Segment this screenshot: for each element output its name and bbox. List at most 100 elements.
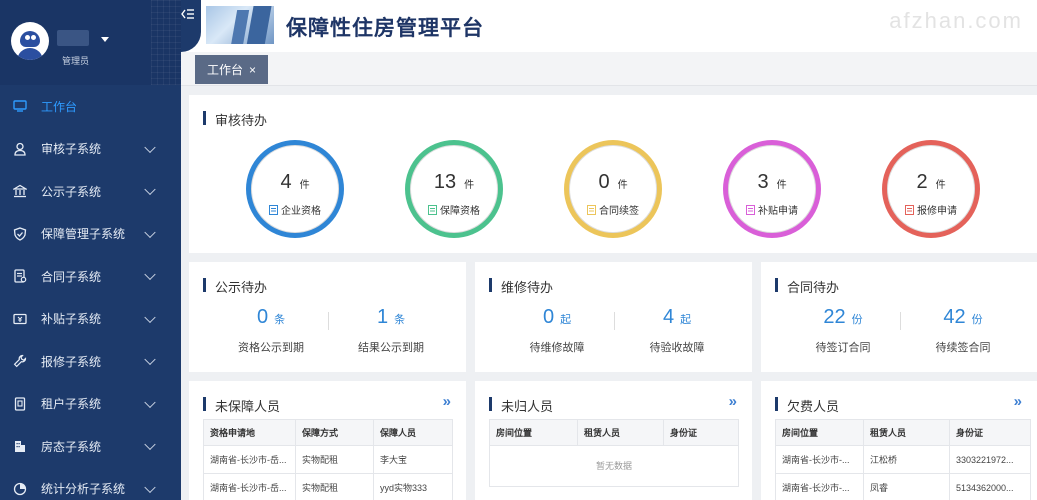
stat-unit: 起 xyxy=(560,314,572,326)
collapse-menu-icon[interactable] xyxy=(181,8,195,24)
table-cell: 实物配租 xyxy=(295,445,374,474)
table-row[interactable]: 湖南省-长沙市-岳... 实物配租 yyd实物333 xyxy=(203,473,453,500)
sidebar-item-label: 审核子系统 xyxy=(41,142,102,157)
unprotected-panel-title: 未保障人员 xyxy=(203,396,280,415)
stat-label: 待验收故障 xyxy=(649,342,705,354)
avatar[interactable] xyxy=(11,22,49,60)
table-header: 保障方式 xyxy=(295,419,374,446)
monitor-icon xyxy=(12,98,28,114)
divider xyxy=(328,312,329,330)
review-count: 0 xyxy=(598,171,610,193)
more-icon[interactable]: » xyxy=(729,393,738,410)
more-icon[interactable]: » xyxy=(1014,393,1023,410)
table-row[interactable]: 湖南省-长沙市-岳... 实物配租 李大宝 xyxy=(203,445,453,474)
sidebar-item-subsidy[interactable]: 补贴子系统 xyxy=(0,298,181,341)
table-cell: 湖南省-长沙市-... xyxy=(775,473,864,500)
tab-label: 工作台 xyxy=(207,63,244,77)
stat-label: 结果公示到期 xyxy=(358,342,424,354)
chevron-down-icon xyxy=(144,311,156,323)
stat-unit: 条 xyxy=(274,314,286,326)
review-count: 13 xyxy=(433,171,457,193)
review-unit: 件 xyxy=(464,180,475,191)
tab-workbench[interactable]: 工作台 × xyxy=(195,55,269,84)
table-header-row: 房间位置 租赁人员 身份证 xyxy=(775,419,1031,446)
chevron-down-icon xyxy=(144,481,156,493)
review-card-contract-renewal[interactable]: 0件 合同续签 xyxy=(564,140,662,238)
unprotected-panel: 未保障人员 » 资格申请地 保障方式 保障人员 湖南省-长沙市-岳... 实物配… xyxy=(189,381,466,500)
chevron-down-icon xyxy=(144,353,156,366)
sidebar-item-review[interactable]: 审核子系统 xyxy=(0,128,181,171)
user-dropdown-caret-icon[interactable] xyxy=(101,37,109,42)
sidebar-item-protection[interactable]: 保障管理子系统 xyxy=(0,213,181,256)
stat-to-sign[interactable]: 22 份 待签订合同 xyxy=(783,306,903,355)
stat-value: 1 xyxy=(376,306,389,328)
sidebar-item-room-status[interactable]: 房态子系统 xyxy=(0,425,181,468)
sidebar-item-contract[interactable]: 合同子系统 xyxy=(0,255,181,298)
stat-result-expiring[interactable]: 1条 结果公示到期 xyxy=(331,306,451,355)
table-header: 房间位置 xyxy=(489,419,578,446)
chevron-down-icon xyxy=(144,141,156,153)
unreturned-table: 房间位置 租赁人员 身份证 xyxy=(489,419,739,446)
table-cell: 湖南省-长沙市-... xyxy=(775,445,864,474)
stat-qualification-expiring[interactable]: 0条 资格公示到期 xyxy=(211,306,331,355)
stat-pending-repair[interactable]: 0起 待维修故障 xyxy=(497,306,617,355)
user-icon xyxy=(12,141,28,157)
table-cell: 3303221972... xyxy=(949,445,1031,474)
sidebar-item-repair[interactable]: 报修子系统 xyxy=(0,340,181,383)
tenant-icon xyxy=(12,396,28,412)
chart-icon xyxy=(12,481,28,497)
contract-panel-title: 合同待办 xyxy=(775,277,839,296)
sidebar-item-publicity[interactable]: 公示子系统 xyxy=(0,170,181,213)
table-cell: 实物配租 xyxy=(295,473,374,500)
review-label: 合同续签 xyxy=(599,206,639,217)
review-card-subsidy[interactable]: 3件 补贴申请 xyxy=(723,140,821,238)
empty-state: 暂无数据 xyxy=(489,445,739,487)
stat-pending-acceptance[interactable]: 4起 待验收故障 xyxy=(617,306,737,355)
username-redacted[interactable] xyxy=(57,30,89,46)
bank-icon xyxy=(12,183,28,199)
sidebar-item-workbench[interactable]: 工作台 xyxy=(0,85,181,128)
table-header: 房间位置 xyxy=(775,419,864,446)
stat-value: 22 xyxy=(823,306,846,328)
divider xyxy=(614,312,615,330)
document-icon xyxy=(269,205,278,215)
review-card-protection[interactable]: 13 件 保障资格 xyxy=(405,140,503,238)
sidebar-item-label: 房态子系统 xyxy=(41,439,102,454)
sidebar-item-label: 统计分析子系统 xyxy=(41,482,126,497)
repair-panel-title: 维修待办 xyxy=(489,277,553,296)
more-icon[interactable]: » xyxy=(443,393,452,410)
sidebar-item-tenant[interactable]: 租户子系统 xyxy=(0,383,181,426)
publicity-panel-title: 公示待办 xyxy=(203,277,267,296)
contract-icon xyxy=(12,268,28,284)
header: 保障性住房管理平台 afzhan.com xyxy=(181,0,1037,52)
stat-label: 待签订合同 xyxy=(815,342,871,354)
table-header-row: 房间位置 租赁人员 身份证 xyxy=(489,419,739,446)
table-cell: 江松桥 xyxy=(863,445,950,474)
sidebar-item-statistics[interactable]: 统计分析子系统 xyxy=(0,468,181,500)
review-card-enterprise[interactable]: 4件 企业资格 xyxy=(246,140,344,238)
contract-panel: 合同待办 22 份 待签订合同 42 份 待续签合同 xyxy=(761,262,1037,372)
review-unit: 件 xyxy=(776,180,787,191)
close-icon[interactable]: × xyxy=(249,63,256,77)
review-label: 保障资格 xyxy=(440,206,480,217)
user-role: 管理员 xyxy=(62,56,90,66)
table-cell: yyd实物333 xyxy=(373,473,453,500)
user-panel: 管理员 xyxy=(0,0,181,85)
table-header: 租赁人员 xyxy=(863,419,950,446)
review-unit: 件 xyxy=(617,180,628,191)
table-header: 身份证 xyxy=(663,419,739,446)
page-title: 保障性住房管理平台 xyxy=(286,17,484,40)
table-row[interactable]: 湖南省-长沙市-... 江松桥 3303221972... xyxy=(775,445,1031,474)
stat-label: 待维修故障 xyxy=(529,342,585,354)
table-row[interactable]: 湖南省-长沙市-... 凤睿 5134362000... xyxy=(775,473,1031,500)
stat-to-renew[interactable]: 42 份 待续签合同 xyxy=(903,306,1023,355)
sidebar-item-label: 租户子系统 xyxy=(41,397,102,412)
review-card-repair[interactable]: 2件 报修申请 xyxy=(882,140,980,238)
table-cell: 湖南省-长沙市-岳... xyxy=(203,473,296,500)
sidebar-item-label: 保障管理子系统 xyxy=(41,227,126,242)
review-panel: 审核待办 4件 企业资格 13 件 保障资格 0件 合同续签 3件 补贴申请 2件… xyxy=(189,95,1037,253)
tab-bar: 工作台 × xyxy=(181,52,1037,86)
stat-unit: 份 xyxy=(851,314,863,326)
stat-value: 4 xyxy=(662,306,675,328)
table-cell: 李大宝 xyxy=(373,445,453,474)
